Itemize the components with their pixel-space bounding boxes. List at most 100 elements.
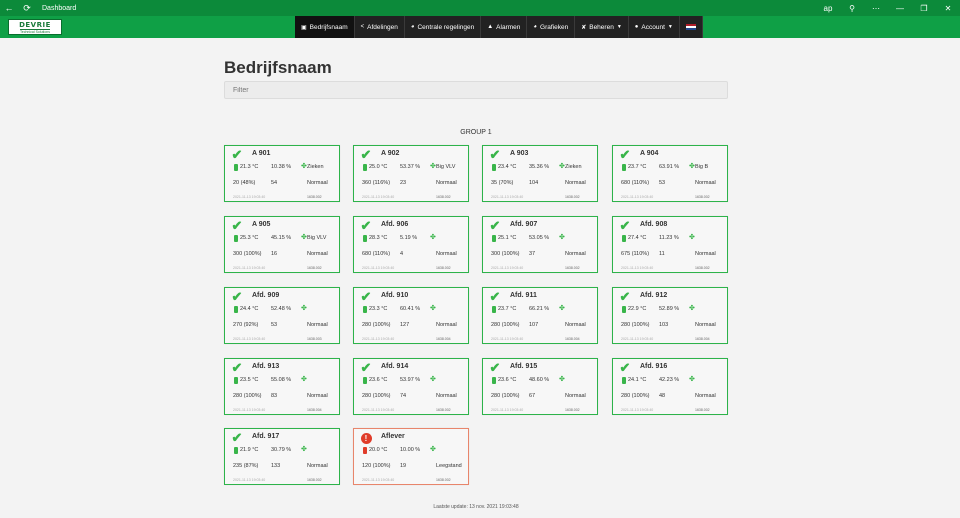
ok-status: ✔ — [231, 290, 243, 303]
menu-item-label: Centrale regelingen — [417, 23, 475, 31]
card-stamp: 2021-11-13 19:03:40 — [491, 408, 524, 412]
card-count: 19 — [400, 463, 407, 469]
card-hum: 10.00 % — [400, 447, 421, 453]
card-temp: 22.9 °C — [628, 306, 647, 312]
menu-item-alarmen[interactable]: ▲ Alarmen — [481, 16, 528, 38]
department-card[interactable]: ✔ ✤ Afd. 910 23.3 °C 60.41 % 280 (100%) 127 Nor… — [353, 287, 469, 344]
battery-icon — [492, 377, 496, 384]
card-count: 133 — [271, 463, 281, 469]
card-mode: Normaal — [695, 393, 716, 399]
battery-icon — [234, 306, 238, 313]
company-logo[interactable]: DEVRIE Technical Solutions — [8, 19, 62, 35]
card-mode: Normaal — [565, 393, 586, 399]
card-mode: Normaal — [436, 251, 457, 257]
checkmark-icon: ✔ — [231, 360, 243, 375]
menu-item-account[interactable]: ● Account ▼ — [628, 16, 680, 38]
maximize-icon[interactable]: ❐ — [912, 0, 936, 16]
card-count: 83 — [271, 393, 278, 399]
department-card[interactable]: ✔ ✤ Afd. 912 22.9 °C 52.89 % 280 (100%) 103 Nor… — [612, 287, 728, 344]
department-card[interactable]: ✔ ✤ A 904 23.7 °C 63.91 % Big B 680 (110%) 53 No… — [612, 145, 728, 202]
battery-icon — [492, 235, 496, 242]
app-navbar: DEVRIE Technical Solutions ▣ Bedrijfsnaa… — [0, 16, 960, 38]
card-temp: 24.1 °C — [628, 377, 647, 383]
card-mode: Normaal — [695, 251, 716, 257]
refresh-icon[interactable]: ⟳ — [18, 0, 36, 16]
card-hum: 42.23 % — [659, 377, 680, 383]
fan-icon: ✤ — [301, 446, 307, 453]
main-menu: ▣ Bedrijfsnaam < Afdelingen ◕ Centrale r… — [295, 16, 703, 38]
department-card[interactable]: ✔ ✤ Afd. 909 24.4 °C 52.48 % 270 (92%) 53 Norma… — [224, 287, 340, 344]
building-icon: ▣ — [301, 24, 307, 31]
department-card[interactable]: ✔ ✤ Afd. 908 27.4 °C 11.23 % 675 (110%) 11 Norm… — [612, 216, 728, 273]
card-stamp: 2021-11-13 19:03:40 — [233, 266, 266, 270]
card-temp: 24.4 °C — [240, 306, 259, 312]
card-count: 104 — [529, 180, 539, 186]
department-card[interactable]: ✔ ✤ Afd. 914 23.6 °C 53.97 % 280 (100%) 74 Norm… — [353, 358, 469, 415]
ok-status: ✔ — [619, 290, 631, 303]
checkmark-icon: ✔ — [619, 147, 631, 162]
checkmark-icon: ✔ — [360, 218, 372, 233]
card-mode: Normaal — [307, 393, 328, 399]
user-icon: ● — [634, 24, 639, 30]
fan-icon: ✤ — [689, 376, 695, 383]
menu-item-centrale-regelingen[interactable]: ◕ Centrale regelingen — [404, 16, 482, 38]
department-card[interactable]: ✔ ✤ Afd. 913 23.5 °C 55.08 % 280 (100%) 83 Norm… — [224, 358, 340, 415]
ok-status: ✔ — [231, 360, 243, 375]
menu-item-afdelingen[interactable]: < Afdelingen — [354, 16, 405, 38]
battery-icon — [234, 377, 238, 384]
battery-icon — [622, 235, 626, 242]
card-name: Afd. 914 — [381, 363, 409, 370]
department-card[interactable]: ✔ ✤ Afd. 906 28.3 °C 5.19 % 680 (110%) 4 Normaa… — [353, 216, 469, 273]
fan-icon: ✤ — [301, 305, 307, 312]
department-card[interactable]: ! ✤ Aflever 20.0 °C 10.00 % 120 (100%) 19 Leegs… — [353, 428, 469, 485]
menu-item-grafieken[interactable]: ◕ Grafieken — [527, 16, 576, 38]
card-capacity: 680 (110%) — [621, 180, 650, 186]
battery-icon — [363, 377, 367, 384]
filter-input[interactable] — [224, 81, 728, 99]
department-card[interactable]: ✔ ✤ Afd. 916 24.1 °C 42.23 % 280 (100%) 48 Norm… — [612, 358, 728, 415]
checkmark-icon: ✔ — [489, 218, 501, 233]
battery-icon — [363, 235, 367, 242]
card-temp: 28.3 °C — [369, 235, 388, 241]
bell-icon: ▲ — [487, 24, 494, 30]
fan-icon: ✤ — [559, 376, 565, 383]
card-count: 4 — [400, 251, 404, 257]
fan-icon: ✤ — [301, 376, 307, 383]
department-card[interactable]: ✔ ✤ Afd. 911 23.7 °C 66.21 % 280 (100%) 107 Nor… — [482, 287, 598, 344]
checkmark-icon: ✔ — [489, 360, 501, 375]
zoom-icon[interactable]: ⚲ — [840, 0, 864, 16]
card-stamp: 2021-11-13 19:03:40 — [491, 195, 524, 199]
card-temp: 21.9 °C — [240, 447, 259, 453]
menu-item-bedrijfsnaam[interactable]: ▣ Bedrijfsnaam — [295, 16, 355, 38]
more-icon[interactable]: ⋯ — [864, 0, 888, 16]
department-card[interactable]: ✔ ✤ A 903 23.4 °C 35.36 % Zieken 35 (70%) 104 No… — [482, 145, 598, 202]
card-stamp: 2021-11-13 19:03:40 — [362, 195, 395, 199]
card-name: Afd. 911 — [510, 292, 537, 299]
card-count: 23 — [400, 180, 407, 186]
language-selector[interactable] — [679, 16, 703, 38]
card-mode: Normaal — [436, 393, 457, 399]
menu-item-beheren[interactable]: ✘ Beheren ▼ — [575, 16, 629, 38]
read-aloud-icon[interactable]: aр — [816, 0, 840, 16]
window-controls: aр ⚲ ⋯ — ❐ ✕ — [816, 0, 960, 16]
card-hum: 10.38 % — [271, 164, 292, 170]
fan-icon: ✤ — [559, 163, 565, 170]
card-temp: 23.6 °C — [498, 377, 517, 383]
card-mode: Normaal — [307, 251, 328, 257]
close-icon[interactable]: ✕ — [936, 0, 960, 16]
fan-icon: ✤ — [559, 234, 565, 241]
department-card[interactable]: ✔ ✤ Afd. 907 25.1 °C 53.05 % 300 (100%) 37 Norm… — [482, 216, 598, 273]
card-stamp: 2021-11-13 19:03:40 — [621, 266, 654, 270]
department-card[interactable]: ✔ ✤ Afd. 915 23.6 °C 48.60 % 280 (100%) 67 Norm… — [482, 358, 598, 415]
card-temp: 23.5 °C — [240, 377, 259, 383]
department-card[interactable]: ✔ ✤ A 901 21.3 °C 10.38 % Zieken 20 (48%) 54 Nor… — [224, 145, 340, 202]
fan-icon: ✤ — [430, 446, 436, 453]
card-name: Afd. 915 — [510, 363, 538, 370]
department-card[interactable]: ✔ ✤ A 905 25.3 °C 45.15 % Big VLV 300 (100%) 16… — [224, 216, 340, 273]
caret-down-icon: ▼ — [616, 24, 622, 30]
arrow-left-icon[interactable]: ← — [0, 0, 18, 16]
card-capacity: 20 (48%) — [233, 180, 256, 186]
department-card[interactable]: ✔ ✤ A 902 25.0 °C 53.37 % Big VLV 360 (116%) 23… — [353, 145, 469, 202]
minimize-icon[interactable]: — — [888, 0, 912, 16]
department-card[interactable]: ✔ ✤ Afd. 917 21.9 °C 30.79 % 235 (87%) 133 Norm… — [224, 428, 340, 485]
